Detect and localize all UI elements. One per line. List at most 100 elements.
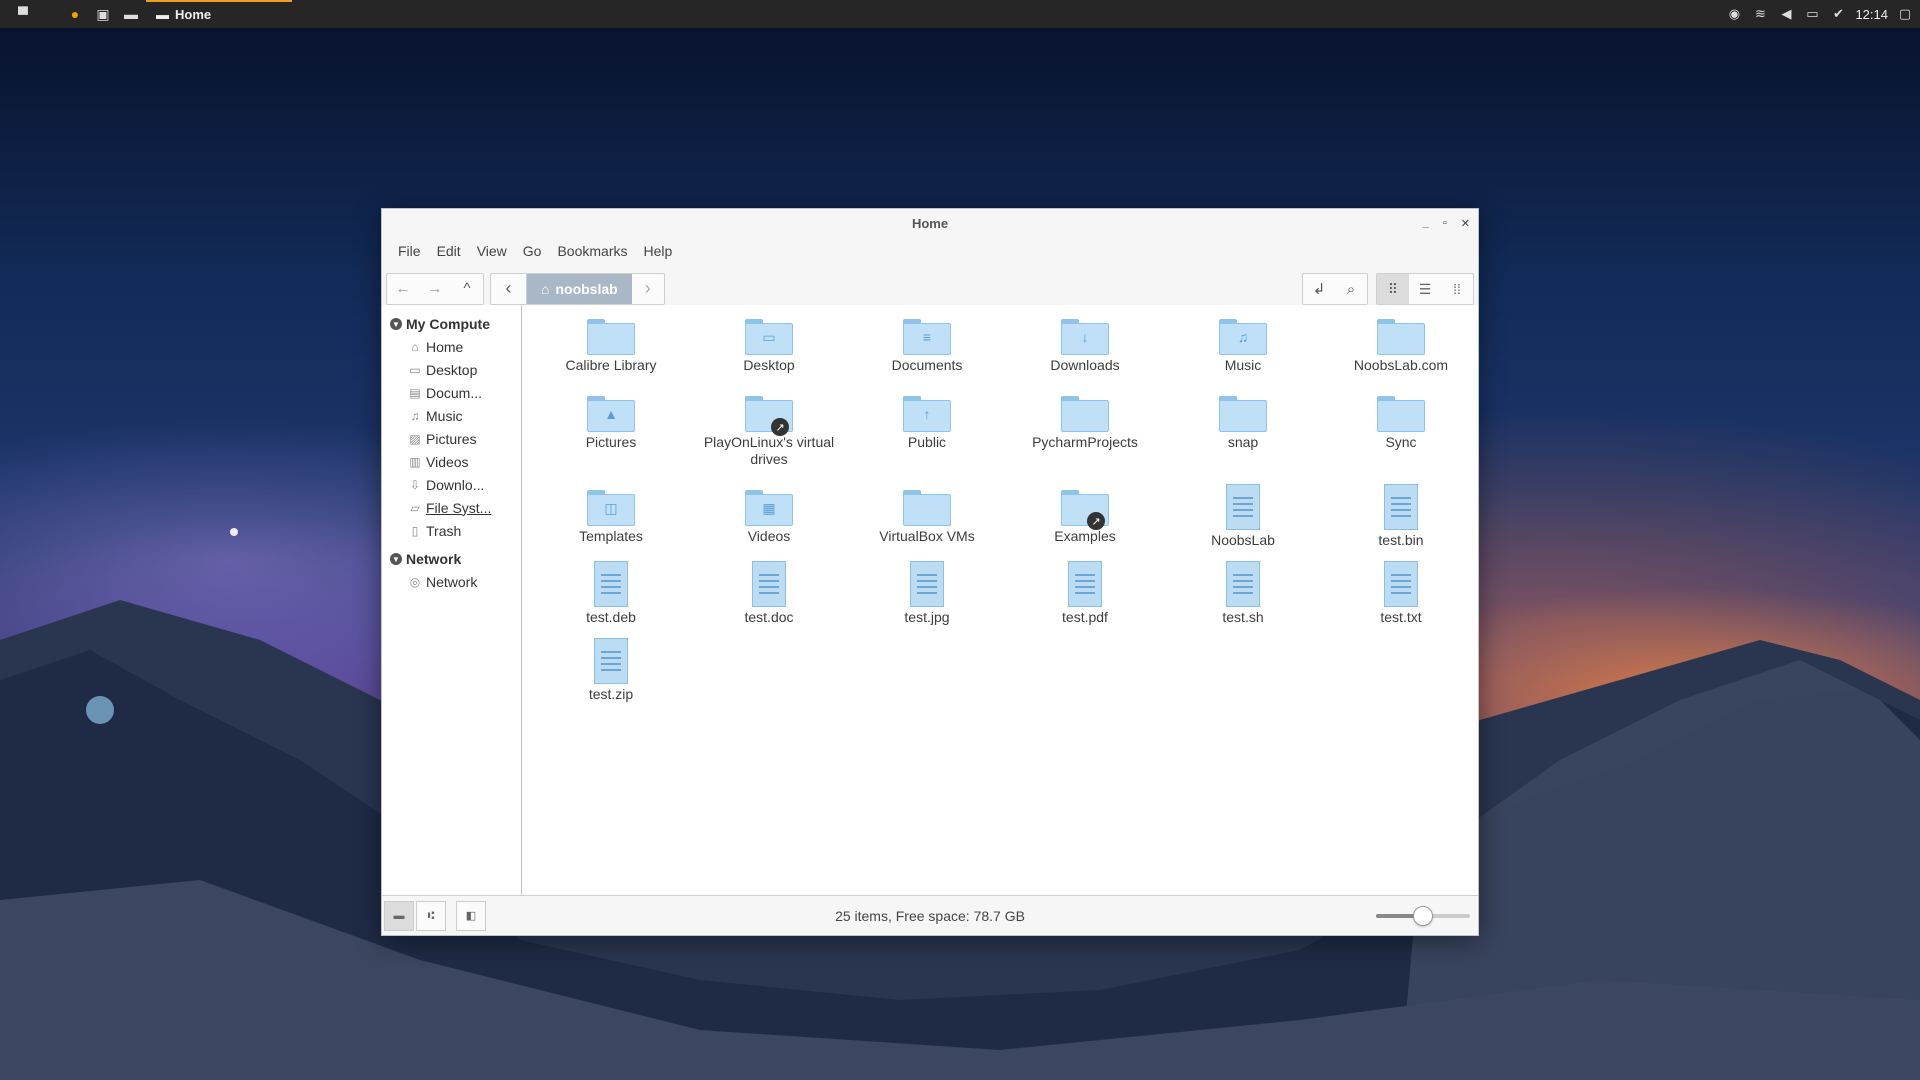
icon-view-icon[interactable]: ⠿	[1377, 274, 1409, 304]
tree-toggle-icon[interactable]: ⑆	[416, 900, 446, 931]
firefox-icon[interactable]: ●	[64, 3, 86, 25]
volume-icon[interactable]: ◀	[1777, 3, 1795, 25]
file-item[interactable]: test.bin	[1322, 484, 1480, 567]
file-name: Downloads	[1050, 357, 1120, 373]
file-item[interactable]: ▭ Desktop	[690, 319, 848, 396]
folder-icon: ◫	[587, 490, 635, 526]
sidebar-toggle-icon[interactable]: ◧	[456, 900, 486, 931]
window-title: Home	[911, 215, 949, 231]
sidebar-item-pictures[interactable]: ▨ Pictures	[382, 427, 521, 450]
file-item[interactable]: Calibre Library	[532, 319, 690, 396]
minimize-icon[interactable]: _	[1423, 217, 1429, 229]
folder-icon: ▭	[745, 319, 793, 355]
file-item[interactable]: ▦ Videos	[690, 490, 848, 567]
close-icon[interactable]: ✕	[1461, 217, 1470, 230]
breadcrumb-back-icon[interactable]: ‹	[491, 273, 527, 304]
file-item[interactable]: PycharmProjects	[1006, 396, 1164, 490]
maximize-icon[interactable]: ▫	[1443, 217, 1447, 229]
breadcrumb: ‹ ⌂ noobslab ›	[490, 272, 665, 305]
menu-go[interactable]: Go	[515, 243, 550, 259]
menu-edit[interactable]: Edit	[429, 243, 469, 259]
file-grid: Calibre Library ▭ Desktop ≡ Documents ↓ Downlo…	[532, 319, 1480, 721]
file-item[interactable]: ▲ Pictures	[532, 396, 690, 490]
file-item[interactable]: ↗ PlayOnLinux's virtual drives	[690, 396, 848, 490]
breadcrumb-label: noobslab	[555, 280, 618, 297]
desktop-icon: ▭	[409, 362, 421, 377]
file-name: Examples	[1054, 528, 1116, 544]
text-file-icon	[752, 561, 786, 607]
file-item[interactable]: test.doc	[690, 561, 848, 644]
menu-file[interactable]: File	[390, 243, 429, 259]
files-icon[interactable]: ▬	[120, 3, 142, 25]
file-item[interactable]: ↗ Examples	[1006, 490, 1164, 567]
file-item[interactable]: test.sh	[1164, 561, 1322, 644]
download-icon: ⇩	[409, 477, 421, 492]
user-icon[interactable]: ◉	[1725, 3, 1743, 25]
file-item[interactable]: ↑ Public	[848, 396, 1006, 490]
folder-link-icon: ↗	[1061, 490, 1109, 530]
list-view-icon[interactable]: ☰	[1409, 274, 1441, 304]
sidebar-item-home[interactable]: ⌂ Home	[382, 335, 521, 358]
folder-icon: ♫	[1219, 319, 1267, 355]
sidebar-item-documents[interactable]: ▤ Docum...	[382, 381, 521, 404]
file-item[interactable]: snap	[1164, 396, 1322, 490]
folder-icon	[903, 490, 951, 526]
menu-bookmarks[interactable]: Bookmarks	[549, 243, 635, 259]
update-icon[interactable]: ✔	[1829, 3, 1847, 25]
sidebar-item-desktop[interactable]: ▭ Desktop	[382, 358, 521, 381]
titlebar[interactable]: Home _ ▫ ✕	[382, 209, 1478, 237]
sidebar-item-videos[interactable]: ▥ Videos	[382, 450, 521, 473]
file-view: Calibre Library ▭ Desktop ≡ Documents ↓ Downlo…	[522, 305, 1478, 895]
file-item[interactable]: ◫ Templates	[532, 490, 690, 567]
file-item[interactable]: test.pdf	[1006, 561, 1164, 644]
collapse-icon: ▼	[390, 318, 402, 330]
file-item[interactable]: NoobsLab.com	[1322, 319, 1480, 396]
file-name: Calibre Library	[565, 357, 657, 373]
back-arrow-icon[interactable]: ←	[387, 274, 419, 304]
breadcrumb-home[interactable]: ⌂ noobslab	[527, 273, 632, 304]
wifi-icon[interactable]: ≋	[1751, 3, 1769, 25]
zoom-slider[interactable]	[1376, 906, 1470, 926]
display-icon[interactable]: ▢	[1896, 3, 1914, 25]
folder-link-icon: ↗	[745, 396, 793, 436]
home-icon: ⌂	[411, 339, 419, 354]
terminal-icon[interactable]: ▣	[92, 3, 114, 25]
file-item[interactable]: VirtualBox VMs	[848, 490, 1006, 567]
location-toggle-icon[interactable]: ↲	[1303, 274, 1335, 304]
up-arrow-icon[interactable]: ^	[451, 274, 483, 304]
file-item[interactable]: ↓ Downloads	[1006, 319, 1164, 396]
folder-icon	[1061, 396, 1109, 432]
sidebar-item-network[interactable]: ◎ Network	[382, 570, 521, 593]
sidebar-item-filesystem[interactable]: ▱ File Syst...	[382, 496, 521, 519]
file-manager-window: Home _ ▫ ✕ File Edit View Go Bookmarks H…	[381, 208, 1479, 936]
file-item[interactable]: test.jpg	[848, 561, 1006, 644]
file-item[interactable]: test.deb	[532, 561, 690, 644]
sidebar-section-my-computer[interactable]: ▼ My Compute	[382, 313, 521, 335]
file-item[interactable]: NoobsLab	[1164, 484, 1322, 567]
battery-icon[interactable]: ▭	[1803, 3, 1821, 25]
taskbar-item-home[interactable]: ▬ Home	[146, 0, 292, 28]
sidebar-item-label: Videos	[426, 453, 469, 470]
clock[interactable]: 12:14	[1855, 7, 1888, 22]
show-desktop-icon[interactable]: ▀	[12, 3, 34, 25]
forward-arrow-icon[interactable]: →	[419, 274, 451, 304]
sidebar-section-network[interactable]: ▼ Network	[382, 548, 521, 570]
file-item[interactable]: test.zip	[532, 638, 690, 721]
places-toggle-icon[interactable]: ▬	[384, 900, 414, 931]
file-item[interactable]: Sync	[1322, 396, 1480, 490]
breadcrumb-forward-icon[interactable]: ›	[632, 274, 664, 304]
search-icon[interactable]: ⌕	[1335, 274, 1367, 304]
sidebar-item-trash[interactable]: ▯ Trash	[382, 519, 521, 542]
zoom-thumb[interactable]	[1413, 906, 1433, 926]
menu-view[interactable]: View	[469, 243, 515, 259]
folder-icon: ↑	[903, 396, 951, 432]
sidebar-item-downloads[interactable]: ⇩ Downlo...	[382, 473, 521, 496]
compact-view-icon[interactable]: ⁞⁞	[1441, 274, 1473, 304]
file-item[interactable]: ≡ Documents	[848, 319, 1006, 396]
file-name: Templates	[579, 528, 643, 544]
menu-help[interactable]: Help	[636, 243, 681, 259]
sidebar-item-music[interactable]: ♫ Music	[382, 404, 521, 427]
file-name: test.pdf	[1062, 609, 1108, 625]
file-item[interactable]: ♫ Music	[1164, 319, 1322, 396]
file-item[interactable]: test.txt	[1322, 561, 1480, 644]
